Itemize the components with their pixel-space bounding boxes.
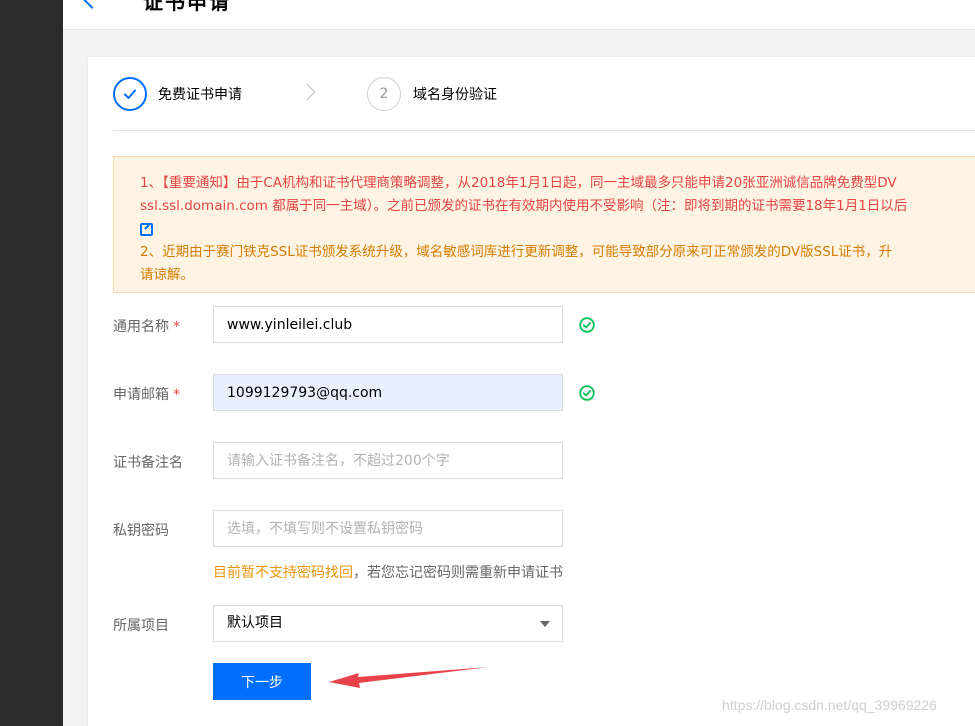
- notice-line-4: 2、近期由于赛门铁克SSL证书颁发系统升级，域名敏感词库进行更新调整，可能导致部…: [140, 244, 893, 260]
- remark-label: 证书备注名: [113, 455, 183, 471]
- private-key-input[interactable]: [213, 510, 563, 547]
- check-icon: [124, 89, 136, 99]
- top-header: 证书申请: [63, 0, 975, 30]
- page-title: 证书申请: [143, 0, 231, 14]
- required-mark: *: [173, 387, 180, 403]
- notice-box: 1、【重要通知】由于CA机构和证书代理商策略调整，从2018年1月1日起，同一主…: [113, 156, 975, 293]
- notice-line-2: ssl.ssl.domain.com 都属于同一主域）。之前已颁发的证书在有效期…: [140, 198, 908, 214]
- left-dark-sidebar: [0, 0, 63, 726]
- notice-line-5: 请谅解。: [140, 267, 194, 283]
- next-step-button[interactable]: 下一步: [213, 663, 311, 700]
- annotation-arrow: [329, 667, 489, 688]
- notice-line-1: 1、【重要通知】由于CA机构和证书代理商策略调整，从2018年1月1日起，同一主…: [140, 175, 897, 191]
- private-key-hint: 目前暂不支持密码找回，若您忘记密码则需重新申请证书: [213, 562, 563, 582]
- email-input[interactable]: [213, 374, 563, 411]
- hint-warning: 目前暂不支持密码找回: [213, 565, 353, 581]
- private-key-label: 私钥密码: [113, 523, 169, 539]
- project-label: 所属项目: [113, 618, 169, 634]
- notice-link-row: [140, 218, 975, 241]
- step-2-label: 域名身份验证: [413, 87, 497, 103]
- main-panel: 免费证书申请 2 域名身份验证 1、【重要通知】由于CA机构和证书代理商策略调整…: [88, 57, 975, 726]
- email-label: 申请邮箱 *: [113, 387, 180, 403]
- success-check-icon: [579, 317, 595, 333]
- chevron-right-icon: [298, 83, 316, 101]
- steps-divider: [113, 130, 975, 131]
- success-check-icon: [579, 385, 595, 401]
- steps-bar: 免费证书申请 2 域名身份验证: [88, 57, 975, 131]
- remark-input[interactable]: [213, 442, 563, 479]
- step-2-circle: 2: [367, 77, 401, 111]
- step-1-label: 免费证书申请: [158, 87, 242, 103]
- watermark: https://blog.csdn.net/qq_39969226: [722, 697, 937, 713]
- remark-row: 证书备注名: [113, 442, 975, 480]
- project-row: 所属项目 默认项目: [113, 605, 975, 643]
- back-arrow-icon[interactable]: [82, 0, 102, 9]
- step-1-circle: [113, 77, 147, 111]
- common-name-label: 通用名称 *: [113, 319, 180, 335]
- common-name-input[interactable]: [213, 306, 563, 343]
- email-row: 申请邮箱 *: [113, 374, 975, 412]
- required-mark: *: [173, 319, 180, 335]
- common-name-row: 通用名称 *: [113, 306, 975, 344]
- external-link-icon[interactable]: [140, 223, 153, 236]
- private-key-row: 私钥密码: [113, 510, 975, 548]
- hint-rest: ，若您忘记密码则需重新申请证书: [353, 565, 563, 581]
- project-select-value: 默认项目: [227, 615, 283, 631]
- caret-down-icon: [540, 621, 550, 627]
- project-select[interactable]: 默认项目: [213, 605, 563, 642]
